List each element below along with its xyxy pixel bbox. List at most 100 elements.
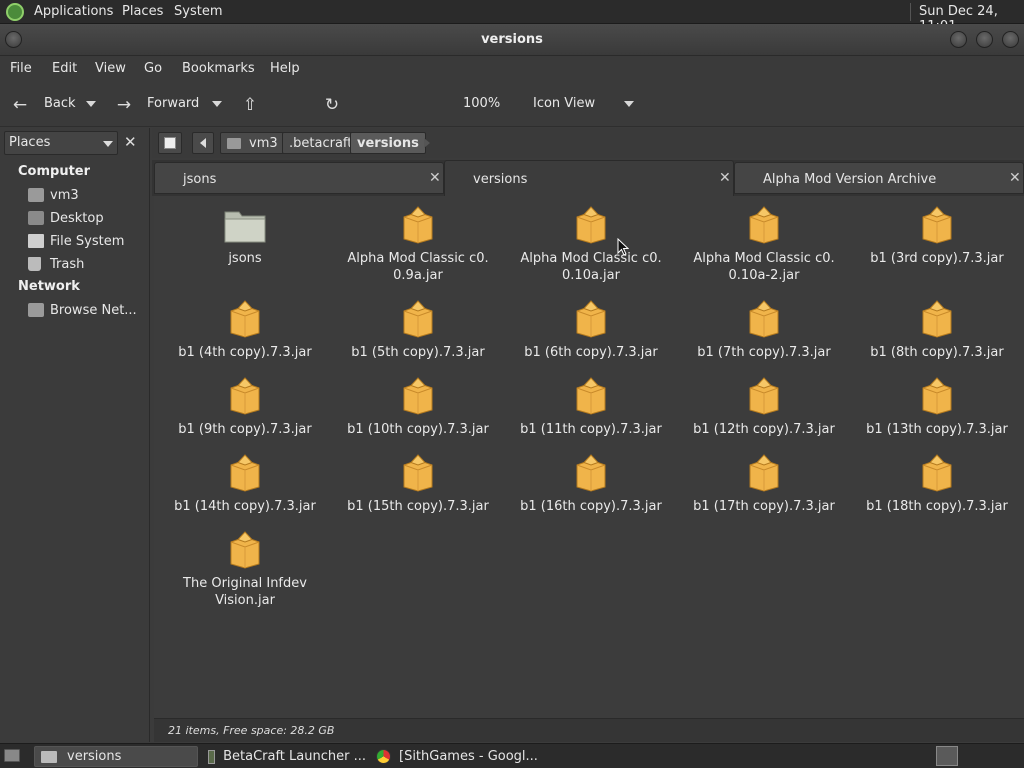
file-item[interactable]: b1 (16th copy).7.3.jar bbox=[511, 454, 671, 515]
file-item[interactable]: b1 (11th copy).7.3.jar bbox=[511, 377, 671, 438]
places-menu[interactable]: Places bbox=[122, 4, 163, 19]
taskbar-item-label: versions bbox=[67, 749, 122, 764]
tab-close-icon[interactable]: ✕ bbox=[1009, 170, 1021, 186]
file-item[interactable]: b1 (8th copy).7.3.jar bbox=[857, 300, 1017, 361]
sidebar-close-icon[interactable]: ✕ bbox=[124, 133, 137, 151]
sidebar-type-combo[interactable]: Places bbox=[4, 131, 118, 155]
tab-close-icon[interactable]: ✕ bbox=[719, 170, 731, 186]
sidebar-item-browse-network[interactable]: Browse Net... bbox=[28, 300, 137, 320]
file-label: b1 (13th copy).7.3.jar bbox=[866, 422, 1008, 437]
sidebar-item-desktop[interactable]: Desktop bbox=[28, 208, 104, 228]
jar-package-icon bbox=[747, 300, 781, 338]
folder-item[interactable]: jsons bbox=[165, 206, 325, 267]
window-title: versions bbox=[481, 32, 543, 47]
panel-separator bbox=[910, 3, 911, 21]
path-segment-label: .betacraft bbox=[289, 135, 353, 151]
view-mode-dropdown-caret[interactable] bbox=[624, 101, 634, 107]
applications-menu[interactable]: Applications bbox=[34, 4, 113, 19]
tab-versions[interactable]: versions ✕ bbox=[444, 160, 734, 196]
path-scroll-left-button[interactable] bbox=[192, 132, 214, 154]
jar-package-icon bbox=[401, 300, 435, 338]
tab-close-icon[interactable]: ✕ bbox=[429, 170, 441, 186]
file-item[interactable]: Alpha Mod Classic c0. 0.9a.jar bbox=[338, 206, 498, 284]
file-item[interactable]: b1 (17th copy).7.3.jar bbox=[684, 454, 844, 515]
file-item[interactable]: b1 (6th copy).7.3.jar bbox=[511, 300, 671, 361]
sidebar-heading-network: Network bbox=[18, 279, 80, 294]
file-item[interactable]: The Original Infdev Vision.jar bbox=[165, 531, 325, 609]
desktop-folder-icon bbox=[28, 211, 44, 225]
jar-package-icon bbox=[228, 300, 262, 338]
tab-label: jsons bbox=[183, 172, 217, 187]
menu-go[interactable]: Go bbox=[144, 61, 162, 76]
menu-view[interactable]: View bbox=[95, 61, 126, 76]
network-icon bbox=[28, 303, 44, 317]
view-mode-selector[interactable]: Icon View bbox=[533, 96, 595, 111]
taskbar-item-label: [SithGames - Googl... bbox=[399, 749, 538, 764]
sidebar-item-label: Desktop bbox=[50, 210, 104, 226]
sidebar-item-file-system[interactable]: File System bbox=[28, 231, 124, 251]
file-item[interactable]: b1 (14th copy).7.3.jar bbox=[165, 454, 325, 515]
close-button[interactable] bbox=[1002, 31, 1019, 48]
window-titlebar[interactable]: versions bbox=[0, 24, 1024, 56]
maximize-button[interactable] bbox=[976, 31, 993, 48]
menu-file[interactable]: File bbox=[10, 61, 32, 76]
menu-bar: File Edit View Go Bookmarks Help bbox=[0, 56, 1024, 83]
show-desktop-icon[interactable] bbox=[4, 749, 20, 762]
menu-edit[interactable]: Edit bbox=[52, 61, 77, 76]
taskbar-item-label: BetaCraft Launcher ... bbox=[223, 749, 366, 764]
file-item[interactable]: b1 (5th copy).7.3.jar bbox=[338, 300, 498, 361]
zoom-level[interactable]: 100% bbox=[463, 96, 500, 111]
back-button[interactable]: Back bbox=[44, 96, 76, 111]
workspace-switcher[interactable] bbox=[936, 746, 958, 766]
forward-arrow-icon[interactable]: → bbox=[114, 95, 134, 115]
file-item[interactable]: b1 (7th copy).7.3.jar bbox=[684, 300, 844, 361]
system-menu[interactable]: System bbox=[174, 4, 222, 19]
file-label: Alpha Mod Classic c0. 0.10a-2.jar bbox=[693, 251, 835, 283]
menu-bookmarks[interactable]: Bookmarks bbox=[182, 61, 255, 76]
tab-label: versions bbox=[473, 172, 528, 187]
distro-logo-icon[interactable] bbox=[6, 3, 24, 21]
sidebar-item-vm3[interactable]: vm3 bbox=[28, 185, 79, 205]
path-scroll-right-icon[interactable] bbox=[424, 138, 430, 148]
jar-package-icon bbox=[747, 454, 781, 492]
file-item[interactable]: b1 (4th copy).7.3.jar bbox=[165, 300, 325, 361]
back-history-dropdown[interactable] bbox=[86, 101, 96, 107]
forward-history-dropdown[interactable] bbox=[212, 101, 222, 107]
file-item[interactable]: b1 (12th copy).7.3.jar bbox=[684, 377, 844, 438]
path-segment-versions[interactable]: versions bbox=[350, 132, 426, 154]
file-item[interactable]: b1 (15th copy).7.3.jar bbox=[338, 454, 498, 515]
minimize-button[interactable] bbox=[950, 31, 967, 48]
jar-package-icon bbox=[920, 377, 954, 415]
taskbar-item-versions[interactable]: versions bbox=[34, 746, 198, 767]
status-text: 21 items, Free space: 28.2 GB bbox=[168, 724, 335, 737]
sidebar-item-label: Browse Net... bbox=[50, 302, 137, 318]
file-item[interactable]: b1 (10th copy).7.3.jar bbox=[338, 377, 498, 438]
tab-jsons[interactable]: jsons ✕ bbox=[154, 162, 444, 194]
edit-location-icon bbox=[164, 137, 176, 149]
back-arrow-icon[interactable]: ← bbox=[10, 95, 30, 115]
taskbar-item-betacraft-launcher[interactable]: BetaCraft Launcher ... bbox=[204, 746, 366, 767]
taskbar-item-chrome[interactable]: [SithGames - Googl... bbox=[372, 746, 538, 767]
sidebar-item-label: vm3 bbox=[50, 187, 79, 203]
file-item[interactable]: b1 (18th copy).7.3.jar bbox=[857, 454, 1017, 515]
file-item[interactable]: Alpha Mod Classic c0. 0.10a-2.jar bbox=[684, 206, 844, 284]
location-toggle-button[interactable] bbox=[158, 132, 182, 154]
path-segment-vm3[interactable]: vm3 bbox=[220, 132, 285, 154]
path-segment-betacraft[interactable]: .betacraft bbox=[282, 132, 360, 154]
jar-package-icon bbox=[228, 531, 262, 569]
up-arrow-icon[interactable]: ⇧ bbox=[240, 95, 260, 115]
places-sidebar: Places ✕ Computer vm3 Desktop File Syste… bbox=[0, 128, 150, 742]
reload-icon[interactable]: ↻ bbox=[322, 95, 342, 115]
sidebar-item-trash[interactable]: Trash bbox=[28, 254, 84, 274]
menu-help[interactable]: Help bbox=[270, 61, 300, 76]
file-icon-view[interactable]: jsons Alpha Mod Classic c0. 0.9a.jar Alpha… bbox=[154, 196, 1024, 718]
file-item[interactable]: b1 (13th copy).7.3.jar bbox=[857, 377, 1017, 438]
file-item[interactable]: b1 (9th copy).7.3.jar bbox=[165, 377, 325, 438]
file-item[interactable]: Alpha Mod Classic c0. 0.10a.jar bbox=[511, 206, 671, 284]
path-segment-label: versions bbox=[357, 135, 419, 151]
tab-alpha-mod-version-archive[interactable]: Alpha Mod Version Archive ✕ bbox=[734, 162, 1024, 194]
file-label: Alpha Mod Classic c0. 0.9a.jar bbox=[347, 251, 489, 283]
top-panel: Applications Places System Sun Dec 24, 1… bbox=[0, 0, 1024, 34]
file-item[interactable]: b1 (3rd copy).7.3.jar bbox=[857, 206, 1017, 267]
forward-button[interactable]: Forward bbox=[147, 96, 199, 111]
